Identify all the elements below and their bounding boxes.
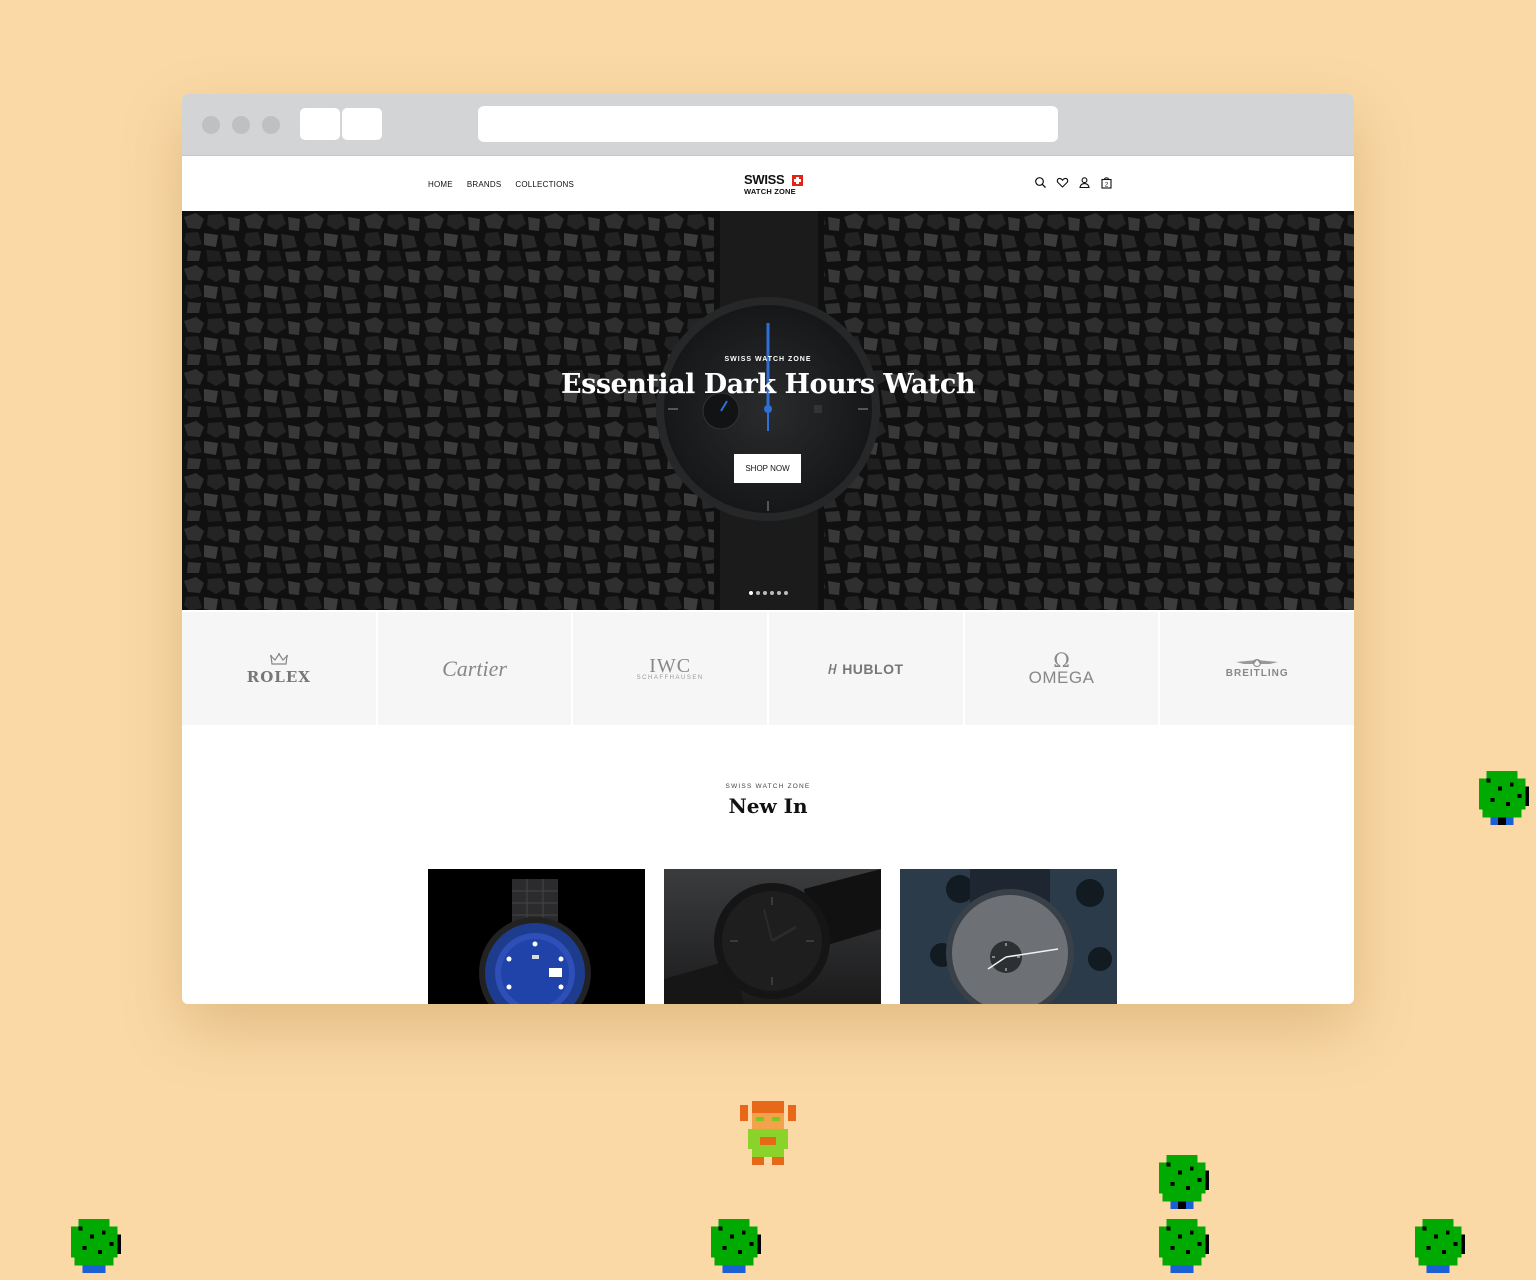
carousel-dot-5[interactable]	[777, 591, 781, 595]
nav-home[interactable]: HOME	[428, 180, 453, 189]
hero-background-image	[182, 211, 1354, 610]
header-icons: 2	[1034, 176, 1113, 189]
pixel-tree-icon	[70, 1218, 122, 1274]
carousel-dot-6[interactable]	[784, 591, 788, 595]
cart-icon[interactable]: 2	[1100, 176, 1113, 189]
crown-icon	[269, 652, 288, 665]
brand-breitling-label: BREITLING	[1225, 668, 1289, 679]
logo-line1: SWISS	[744, 172, 785, 187]
breitling-wings-icon	[1236, 659, 1279, 667]
new-in-eyebrow: SWISS WATCH ZONE	[725, 783, 811, 790]
hero-banner: SWISS WATCH ZONE Essential Dark Hours Wa…	[182, 211, 1354, 610]
product-image-dark-field-watch	[664, 869, 881, 1004]
product-card-1[interactable]	[428, 869, 645, 1004]
brand-hublot-label: HUBLOT	[842, 660, 904, 677]
brand-iwc[interactable]: IWC SCHAFFHAUSEN	[573, 612, 770, 725]
site-header: HOME BRANDS COLLECTIONS SWISS WATCH ZONE…	[182, 156, 1354, 211]
hero-title: Essential Dark Hours Watch	[561, 369, 975, 400]
pixel-tree-icon	[1158, 1218, 1210, 1274]
heart-icon[interactable]	[1056, 176, 1069, 189]
carousel-dot-2[interactable]	[756, 591, 760, 595]
carousel-dot-3[interactable]	[763, 591, 767, 595]
pixel-tree-icon	[1158, 1154, 1210, 1210]
pixel-tree-icon	[1414, 1218, 1466, 1274]
hero-eyebrow: SWISS WATCH ZONE	[724, 356, 812, 363]
product-image-minimal-grey-watch	[900, 869, 1117, 1004]
hublot-mark-icon	[828, 663, 837, 674]
product-card-3[interactable]	[900, 869, 1117, 1004]
swiss-flag-icon	[792, 175, 803, 186]
omega-symbol-icon: Ω	[1053, 648, 1070, 672]
brand-cartier-label: Cartier	[442, 655, 507, 681]
site-logo[interactable]: SWISS WATCH ZONE	[744, 173, 808, 197]
window-maximize-dot[interactable]	[262, 116, 280, 134]
brand-rolex[interactable]: ROLEX	[182, 612, 378, 725]
carousel-dot-4[interactable]	[770, 591, 774, 595]
shop-now-button[interactable]: SHOP NOW	[734, 454, 801, 483]
user-icon[interactable]	[1078, 176, 1091, 189]
product-image-blue-dial-watch	[428, 869, 645, 1004]
nav-collections[interactable]: COLLECTIONS	[515, 180, 574, 189]
forward-button[interactable]	[342, 108, 382, 140]
pixel-tree-icon	[1478, 770, 1530, 826]
new-in-title: New In	[728, 794, 808, 818]
nav-brands[interactable]: BRANDS	[467, 180, 502, 189]
browser-chrome	[182, 94, 1354, 156]
back-button[interactable]	[300, 108, 340, 140]
brand-omega-label: OMEGA	[1028, 668, 1095, 687]
window-close-dot[interactable]	[202, 116, 220, 134]
search-icon[interactable]	[1034, 176, 1047, 189]
brand-hublot[interactable]: HUBLOT	[769, 612, 965, 725]
pixel-hero-character-icon	[740, 1101, 796, 1165]
window-minimize-dot[interactable]	[232, 116, 250, 134]
brand-iwc-label: IWC	[649, 654, 692, 677]
brand-iwc-sublabel: SCHAFFHAUSEN	[636, 674, 704, 681]
brand-breitling[interactable]: BREITLING	[1160, 612, 1354, 725]
brand-rolex-label: ROLEX	[246, 667, 311, 686]
brand-cartier[interactable]: Cartier	[377, 612, 574, 725]
address-bar[interactable]	[478, 106, 1058, 142]
product-card-2[interactable]	[664, 869, 881, 1004]
carousel-dots	[749, 591, 788, 595]
pixel-tree-icon	[710, 1218, 762, 1274]
browser-window: HOME BRANDS COLLECTIONS SWISS WATCH ZONE…	[182, 94, 1354, 1004]
carousel-dot-1[interactable]	[749, 591, 753, 595]
main-nav: HOME BRANDS COLLECTIONS	[428, 180, 574, 189]
brand-strip: ROLEX Cartier IWC SCHAFFHAUSEN HUBLOT Ω …	[182, 612, 1354, 725]
logo-line2: WATCH ZONE	[744, 187, 796, 196]
brand-omega[interactable]: Ω OMEGA	[964, 612, 1161, 725]
